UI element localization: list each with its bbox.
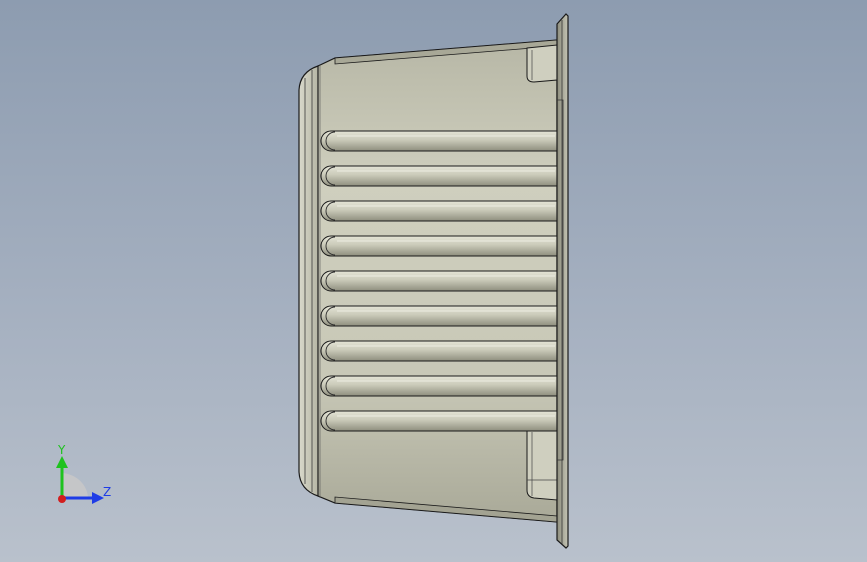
mount-tab-top [526, 44, 558, 83]
mount-tab-bottom [526, 427, 558, 501]
part-model[interactable] [0, 0, 867, 562]
graphics-viewport[interactable]: Y Z [0, 0, 867, 562]
cooling-fin [320, 340, 560, 362]
cooling-fin [320, 165, 560, 187]
triad-plane-arc [62, 473, 88, 498]
cooling-fins [320, 130, 560, 432]
rear-flange [556, 13, 569, 549]
cooling-fin [320, 270, 560, 292]
cooling-fin [320, 410, 560, 432]
cooling-fin [320, 305, 560, 327]
y-axis-arrow [56, 456, 68, 468]
y-axis-label: Y [57, 443, 66, 457]
cooling-fin [320, 235, 560, 257]
z-axis-label: Z [103, 485, 111, 499]
cooling-fin [320, 130, 560, 152]
origin-dot [58, 495, 66, 503]
cooling-fin [320, 200, 560, 222]
cooling-fin [320, 375, 560, 397]
front-bezel [298, 65, 319, 497]
orientation-triad: Y Z [56, 443, 111, 504]
